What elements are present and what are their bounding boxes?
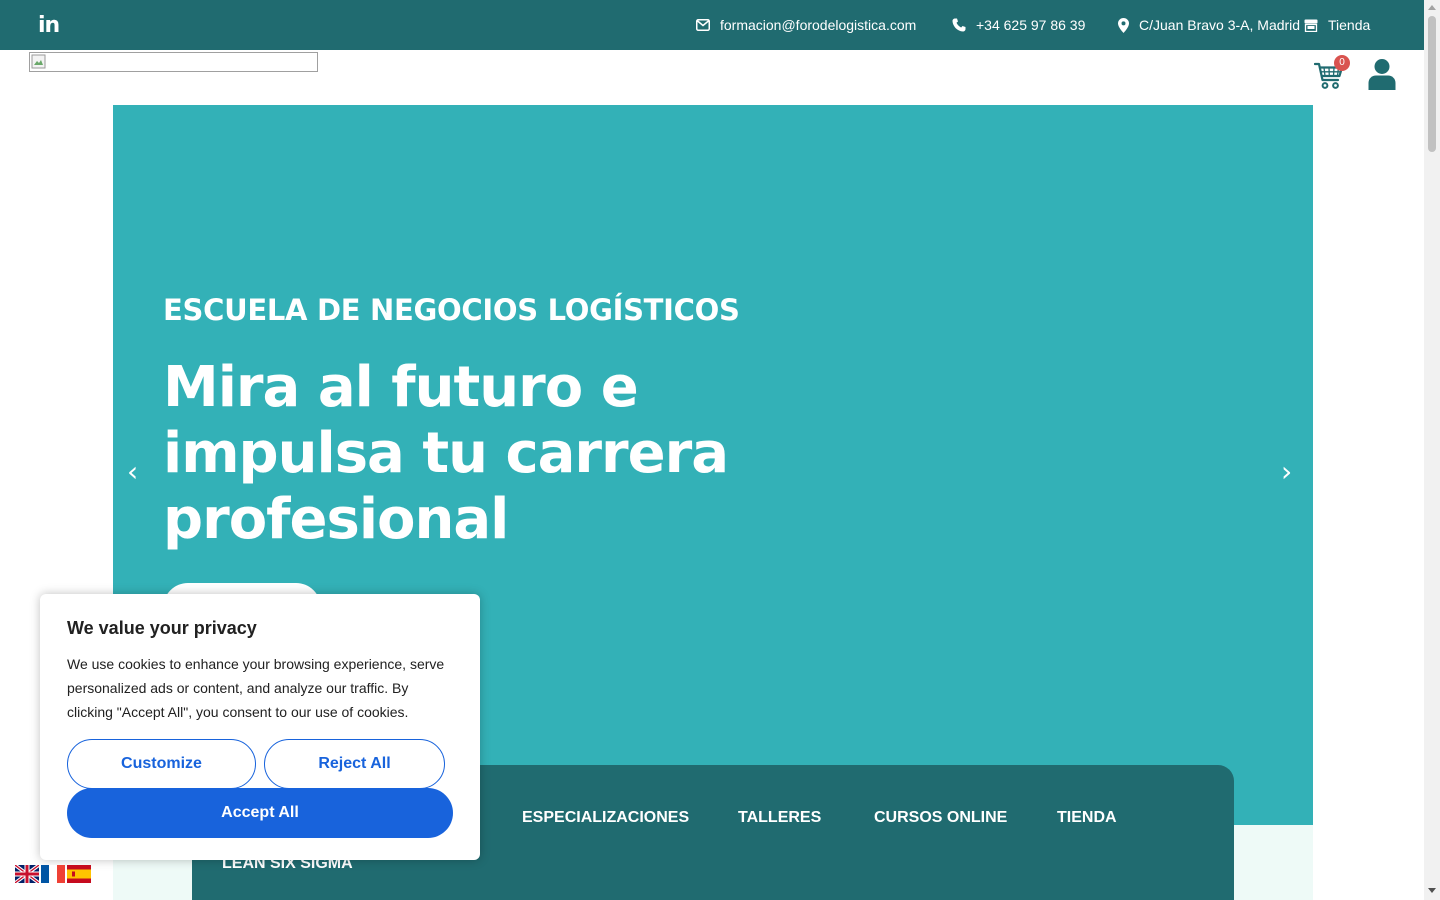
map-pin-icon (1118, 17, 1129, 33)
cookie-consent-dialog: We value your privacy We use cookies to … (40, 594, 480, 860)
topbar-address[interactable]: C/Juan Bravo 3-A, Madrid (1118, 0, 1300, 50)
scrollbar-thumb[interactable] (1428, 16, 1436, 152)
topbar-shop[interactable]: Tienda (1304, 0, 1370, 50)
store-icon (1304, 19, 1318, 32)
language-switcher (15, 865, 91, 883)
cart-count-badge: 0 (1334, 55, 1350, 71)
hero-kicker: ESCUELA DE NEGOCIOS LOGÍSTICOS (163, 293, 740, 327)
nav-item-especializaciones[interactable]: ESPECIALIZACIONES (522, 809, 689, 827)
chevron-left-icon[interactable]: ‹ (127, 455, 138, 488)
page: in formacion@forodelogistica.com +34 625… (0, 0, 1440, 900)
flag-en-icon[interactable] (15, 865, 39, 883)
scrollbar[interactable] (1424, 0, 1440, 900)
topbar-phone[interactable]: +34 625 97 86 39 (952, 0, 1085, 50)
chevron-right-icon[interactable]: › (1281, 455, 1292, 488)
hero-title: Mira al futuro e impulsa tu carrera prof… (163, 355, 729, 552)
accept-all-button[interactable]: Accept All (67, 788, 453, 838)
topbar-address-text: C/Juan Bravo 3-A, Madrid (1139, 17, 1301, 33)
broken-image-icon (31, 54, 46, 69)
linkedin-icon[interactable]: in (38, 13, 60, 38)
cookie-body: We use cookies to enhance your browsing … (67, 656, 445, 720)
user-icon[interactable] (1367, 58, 1397, 90)
topbar-shop-text: Tienda (1328, 17, 1371, 33)
phone-icon (952, 18, 966, 32)
topbar-phone-text: +34 625 97 86 39 (976, 17, 1086, 33)
nav-item-cursos-online[interactable]: CURSOS ONLINE (874, 809, 1007, 827)
reject-all-button[interactable]: Reject All (264, 739, 445, 789)
topbar-email-text: formacion@forodelogistica.com (720, 17, 917, 33)
cookie-title: We value your privacy (67, 618, 257, 638)
scroll-down-arrow-icon[interactable] (1428, 888, 1436, 893)
scroll-up-arrow-icon[interactable] (1428, 5, 1436, 10)
topbar-email[interactable]: formacion@forodelogistica.com (696, 0, 916, 50)
envelope-icon (696, 19, 710, 31)
site-logo[interactable] (29, 52, 318, 72)
flag-fr-icon[interactable] (41, 865, 65, 883)
nav-item-talleres[interactable]: TALLERES (738, 809, 821, 827)
flag-es-icon[interactable] (67, 865, 91, 883)
nav-item-tienda[interactable]: TIENDA (1057, 809, 1117, 827)
customize-button[interactable]: Customize (67, 739, 256, 789)
top-bar: in formacion@forodelogistica.com +34 625… (0, 0, 1424, 50)
